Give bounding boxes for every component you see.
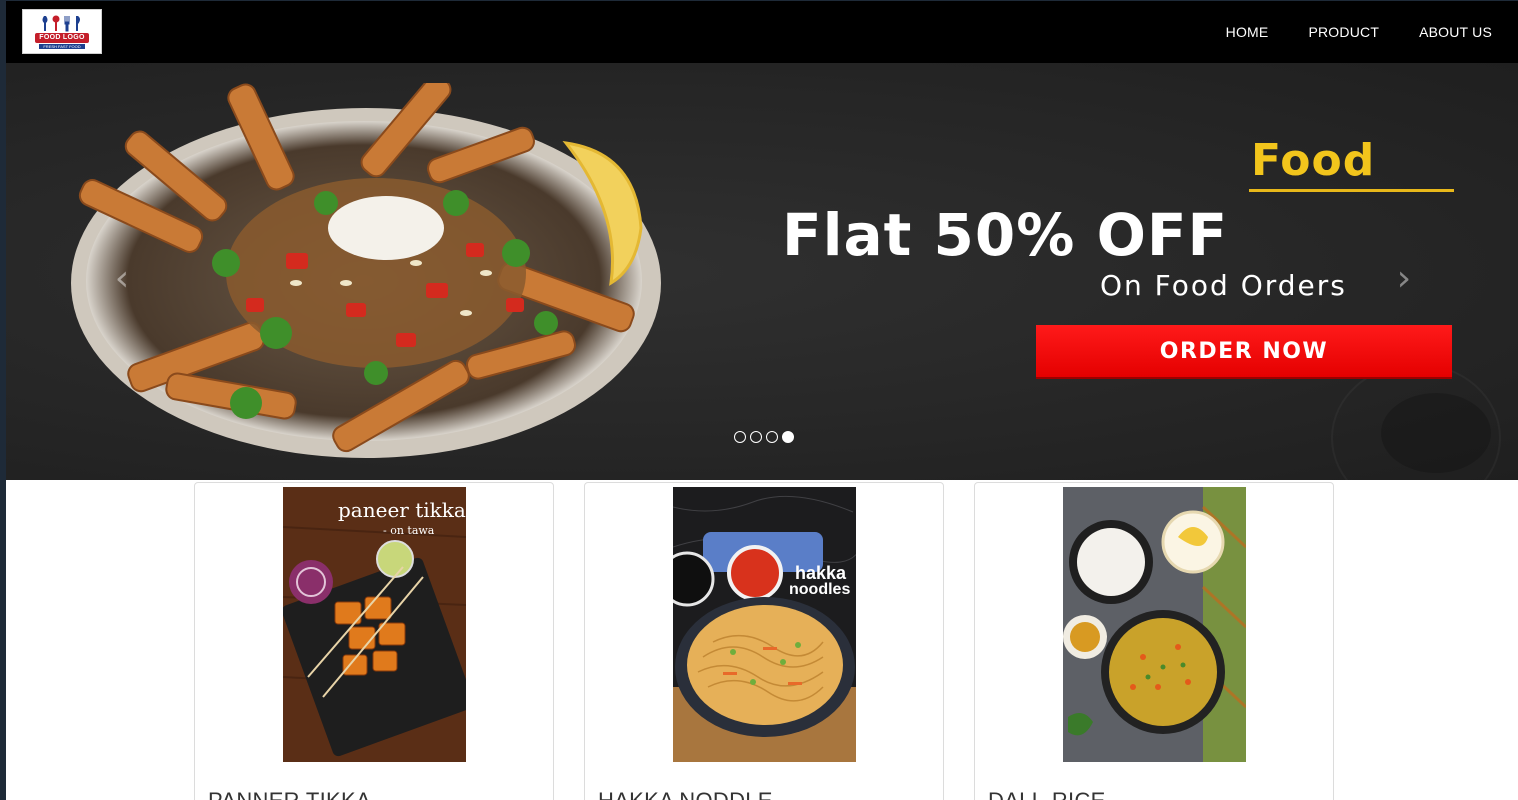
order-now-button[interactable]: ORDER NOW: [1036, 325, 1452, 379]
nav-about-link[interactable]: ABOUT US: [1419, 24, 1492, 40]
svg-text:noodles: noodles: [789, 581, 850, 598]
promo-subtext: On Food Orders: [1100, 269, 1347, 302]
product-card-dall-rice[interactable]: DALL-RICE: [974, 482, 1334, 800]
logo-badge: FOOD LOGO: [35, 33, 89, 43]
promo-underline: [1249, 189, 1454, 192]
navbar: FOOD LOGO FRESH FAST FOOD HOME PRODUCT A…: [6, 1, 1518, 63]
nav-home-link[interactable]: HOME: [1226, 24, 1269, 40]
product-image-hakka-noodle: hakka noodles: [673, 487, 856, 762]
decorative-shadow: [1381, 393, 1491, 473]
product-card-hakka-noodle[interactable]: hakka noodles HAKKA NODDLE: [584, 482, 944, 800]
carousel-indicator-1[interactable]: [734, 431, 746, 443]
product-title-dall-rice[interactable]: DALL-RICE: [988, 788, 1106, 800]
nav-links: HOME PRODUCT ABOUT US: [1226, 1, 1492, 63]
svg-text:paneer tikka: paneer tikka: [338, 498, 466, 522]
product-card-paneer-tikka[interactable]: paneer tikka - on tawa PANNER TIKKA: [194, 482, 554, 800]
product-title-paneer-tikka[interactable]: PANNER TIKKA: [208, 788, 371, 800]
chevron-left-icon: ‹: [114, 258, 130, 299]
carousel-indicator-3[interactable]: [766, 431, 778, 443]
page: FOOD LOGO FRESH FAST FOOD HOME PRODUCT A…: [6, 1, 1518, 800]
nav-product-link[interactable]: PRODUCT: [1308, 24, 1379, 40]
food-plate-image: [71, 83, 661, 458]
brand-logo[interactable]: FOOD LOGO FRESH FAST FOOD: [22, 9, 102, 54]
carousel-indicator-4[interactable]: [782, 431, 794, 443]
carousel-indicators: [734, 431, 794, 443]
hero-carousel: Food Flat 50% OFF On Food Orders ORDER N…: [6, 63, 1518, 480]
product-image-dall-rice: [1063, 487, 1246, 762]
promo-offer: Flat 50% OFF: [782, 201, 1229, 269]
carousel-indicator-2[interactable]: [750, 431, 762, 443]
svg-text:hakka: hakka: [795, 563, 847, 583]
product-title-hakka-noodle[interactable]: HAKKA NODDLE: [598, 788, 773, 800]
utensils-icon: [42, 15, 80, 32]
product-cards: paneer tikka - on tawa PANNER TIKKA: [6, 480, 1518, 800]
carousel-next-button[interactable]: ›: [1392, 259, 1416, 299]
logo-tagline: FRESH FAST FOOD: [39, 44, 85, 49]
promo-heading: Food: [1251, 135, 1376, 186]
product-image-paneer-tikka: paneer tikka - on tawa: [283, 487, 466, 762]
chevron-right-icon: ›: [1396, 258, 1412, 299]
svg-text:- on tawa: - on tawa: [383, 524, 435, 537]
carousel-prev-button[interactable]: ‹: [110, 259, 134, 299]
